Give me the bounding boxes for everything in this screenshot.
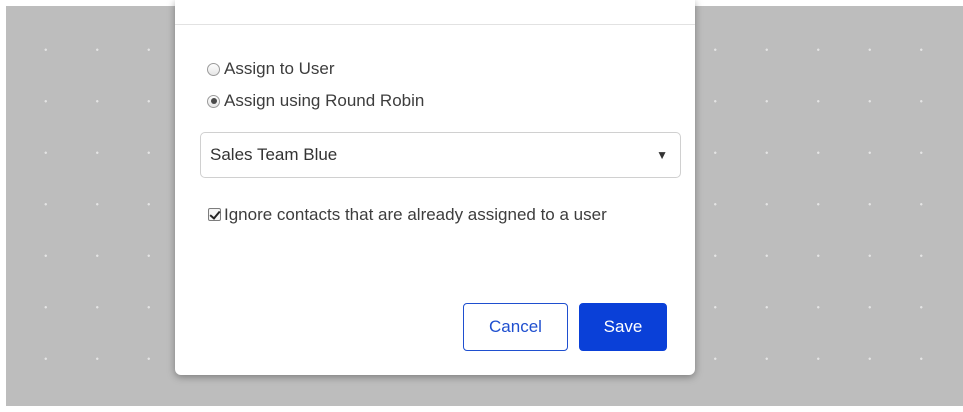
assign-to-user-label: Assign to User <box>224 59 335 78</box>
modal-header <box>175 0 695 25</box>
team-select-value: Sales Team Blue <box>210 145 338 164</box>
assign-to-user-option[interactable]: Assign to User <box>207 58 335 80</box>
assign-round-robin-option[interactable]: Assign using Round Robin <box>207 90 424 112</box>
assign-round-robin-label: Assign using Round Robin <box>224 91 425 110</box>
assign-to-user-radio[interactable] <box>207 62 220 76</box>
cancel-button[interactable]: Cancel <box>463 303 568 351</box>
chevron-down-icon: ▼ <box>656 148 668 162</box>
save-button[interactable]: Save <box>579 303 667 351</box>
ignore-assigned-checkbox[interactable] <box>208 208 221 221</box>
assign-modal: Assign to User Assign using Round Robin … <box>175 0 695 375</box>
team-select[interactable]: Sales Team Blue ▼ <box>200 132 681 178</box>
ignore-assigned-option: Ignore contacts that are already assigne… <box>200 202 670 228</box>
ignore-assigned-label: Ignore contacts that are already assigne… <box>224 205 607 224</box>
assign-round-robin-radio[interactable] <box>207 94 220 108</box>
